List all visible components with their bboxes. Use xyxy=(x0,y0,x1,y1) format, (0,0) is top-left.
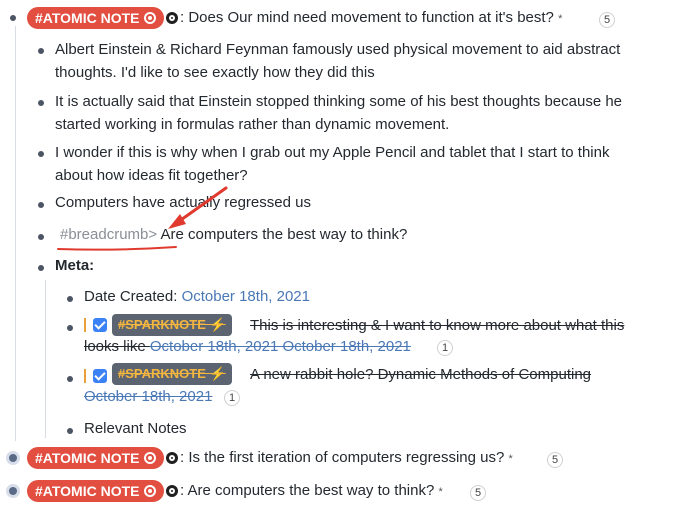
indent-guide-meta xyxy=(45,280,46,438)
child-text-line[interactable]: It is actually said that Einstein stoppe… xyxy=(55,93,622,110)
child-text-line[interactable]: thoughts. I'd like to see exactly how th… xyxy=(55,64,375,81)
star-marker: * xyxy=(508,453,513,465)
meta-bullet[interactable] xyxy=(67,296,73,302)
child-bullet[interactable] xyxy=(38,265,44,271)
sparknote-text-line[interactable]: This is interesting & I want to know mor… xyxy=(250,317,624,334)
child-bullet[interactable] xyxy=(38,151,44,157)
meta-label[interactable]: Meta: xyxy=(55,257,94,274)
atomic-note-tag-label: #ATOMIC NOTE xyxy=(35,450,140,466)
reference-count[interactable]: 5 xyxy=(599,12,616,28)
child-text-line[interactable]: Computers have actually regressed us xyxy=(55,194,311,211)
child-bullet[interactable] xyxy=(38,234,44,240)
atomic-ring-icon xyxy=(143,452,156,464)
indent-guide-top xyxy=(15,26,16,441)
star-marker: * xyxy=(558,13,563,25)
breadcrumb-text: Are computers the best way to think? xyxy=(160,226,408,243)
reference-count[interactable]: 1 xyxy=(437,340,454,356)
sibling-node-text[interactable]: : Are computers the best way to think? * xyxy=(180,482,443,499)
star-marker: * xyxy=(438,486,443,498)
meta-bullet[interactable] xyxy=(67,325,73,331)
atomic-ring-icon xyxy=(143,485,156,497)
collapsed-node-bullet[interactable] xyxy=(9,454,17,462)
priority-marker xyxy=(84,369,86,383)
target-icon xyxy=(166,485,178,497)
reference-count[interactable]: 5 xyxy=(470,485,487,501)
child-text-line[interactable]: I wonder if this is why when I grab out … xyxy=(55,144,609,161)
atomic-ring-icon xyxy=(143,12,156,24)
child-text-line[interactable]: started working in formulas rather than … xyxy=(55,116,449,133)
checkbox-checked-icon[interactable] xyxy=(93,318,107,332)
sparknote-tag[interactable]: #SPARKNOTE ⚡ xyxy=(112,363,232,385)
child-bullet[interactable] xyxy=(38,202,44,208)
collapsed-node-bullet[interactable] xyxy=(9,487,17,495)
child-text-line[interactable]: Albert Einstein & Richard Feynman famous… xyxy=(55,41,620,58)
date-created-link[interactable]: October 18th, 2021 xyxy=(182,288,310,305)
top-node-bullet[interactable] xyxy=(10,15,16,21)
sibling-node-title: : Is the first iteration of computers re… xyxy=(180,449,505,466)
breadcrumb-tag[interactable]: #breadcrumb> xyxy=(60,226,157,243)
atomic-note-tag-label: #ATOMIC NOTE xyxy=(35,10,140,26)
atomic-note-tag[interactable]: #ATOMIC NOTE xyxy=(27,447,164,469)
sibling-node-text[interactable]: : Is the first iteration of computers re… xyxy=(180,449,513,466)
sparknote-tag[interactable]: #SPARKNOTE ⚡ xyxy=(112,314,232,336)
relevant-notes-label[interactable]: Relevant Notes xyxy=(84,420,187,437)
sparknote-text-line-2[interactable]: looks like October 18th, 2021 October 18… xyxy=(84,338,411,355)
child-bullet[interactable] xyxy=(38,48,44,54)
atomic-note-tag-label: #ATOMIC NOTE xyxy=(35,483,140,499)
atomic-note-tag[interactable]: #ATOMIC NOTE xyxy=(27,7,164,29)
breadcrumb-row[interactable]: #breadcrumb> Are computers the best way … xyxy=(60,226,407,243)
date-created-label: Date Created: xyxy=(84,288,182,305)
top-node-text[interactable]: : Does Our mind need movement to functio… xyxy=(180,9,562,26)
child-bullet[interactable] xyxy=(38,100,44,106)
sparknote-dates[interactable]: October 18th, 2021 xyxy=(84,388,212,405)
target-icon xyxy=(166,12,178,24)
atomic-note-tag[interactable]: #ATOMIC NOTE xyxy=(27,480,164,502)
priority-marker xyxy=(84,318,86,332)
meta-bullet[interactable] xyxy=(67,376,73,382)
sibling-node-title: : Are computers the best way to think? xyxy=(180,482,435,499)
target-icon xyxy=(166,452,178,464)
sparknote-text-prefix: looks like xyxy=(84,338,150,355)
date-created-row[interactable]: Date Created: October 18th, 2021 xyxy=(84,288,310,305)
top-node-title: : Does Our mind need movement to functio… xyxy=(180,9,554,26)
reference-count[interactable]: 1 xyxy=(224,390,241,406)
reference-count[interactable]: 5 xyxy=(547,452,564,468)
checkbox-checked-icon[interactable] xyxy=(93,369,107,383)
sparknote-text-line[interactable]: A new rabbit hole? Dynamic Methods of Co… xyxy=(250,366,591,383)
child-text-line[interactable]: about how ideas fit together? xyxy=(55,167,248,184)
sparknote-dates[interactable]: October 18th, 2021 October 18th, 2021 xyxy=(150,338,411,355)
meta-bullet[interactable] xyxy=(67,428,73,434)
